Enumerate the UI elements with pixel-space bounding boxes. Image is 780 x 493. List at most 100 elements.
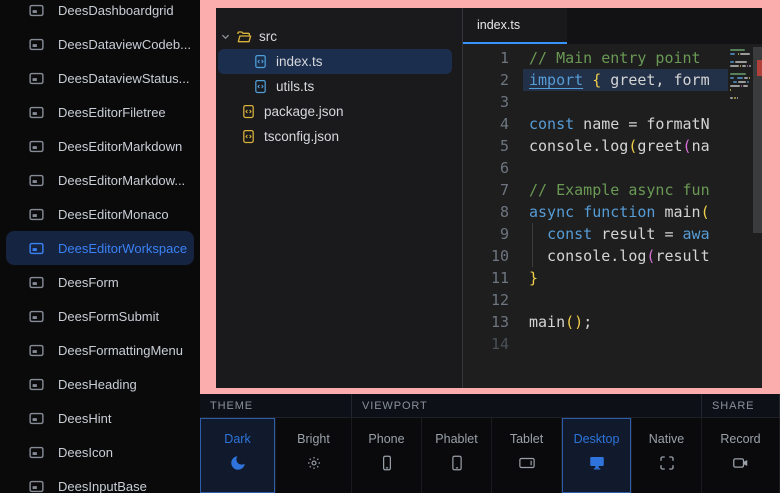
tree-item-tsconfig-json[interactable]: tsconfig.json [216, 124, 462, 149]
tree-item-package-json[interactable]: package.json [216, 99, 462, 124]
minimap-line [730, 89, 752, 91]
sidebar-item-label: DeesDataviewStatus... [58, 71, 190, 86]
line-number: 10 [463, 245, 509, 267]
moon-icon [228, 453, 248, 473]
minimap[interactable] [728, 47, 762, 388]
sidebar-item-label: DeesHeading [58, 377, 137, 392]
code-token: ( [701, 203, 710, 221]
json-file-icon [241, 104, 257, 120]
minimap-token [749, 65, 751, 67]
story-icon [28, 410, 45, 427]
folder-open-icon [236, 29, 252, 45]
line-number: 6 [463, 157, 509, 179]
code-token: } [529, 269, 538, 287]
tree-item-label: package.json [262, 104, 344, 119]
tree-item-label: index.ts [274, 54, 323, 69]
code-line: const result = awa [523, 223, 728, 245]
sidebar-item-label: DeesFormattingMenu [58, 343, 183, 358]
native-button[interactable]: Native [632, 418, 702, 493]
sidebar-item-deesheading[interactable]: DeesHeading [0, 367, 200, 401]
minimap-token [736, 53, 737, 55]
minimap-line [730, 49, 752, 51]
minimap-token [738, 81, 746, 83]
app-root: DeesDashboardgridDeesDataviewCodeb... Dee… [0, 0, 780, 493]
code-line [523, 289, 728, 311]
bright-button[interactable]: Bright [276, 418, 352, 493]
story-icon [28, 36, 45, 53]
code-editor: index.ts 1234567891011121314 // Main ent… [462, 8, 762, 388]
minimap-token [730, 97, 733, 99]
story-icon [28, 274, 45, 291]
line-number: 2 [463, 69, 509, 91]
minimap-line [730, 69, 752, 71]
code-line: main(); [523, 311, 728, 333]
sidebar-item-deesinputbase[interactable]: DeesInputBase [0, 469, 200, 493]
tab-index-ts[interactable]: index.ts [463, 8, 567, 44]
code-token: ; [583, 313, 592, 331]
code-line: // Example async fun [523, 179, 728, 201]
phone-button[interactable]: Phone [352, 418, 422, 493]
code-area[interactable]: 1234567891011121314 // Main entry pointi… [463, 44, 762, 388]
code-content[interactable]: // Main entry pointimport { greet, formc… [523, 47, 728, 388]
sidebar-item-deesform[interactable]: DeesForm [0, 265, 200, 299]
dark-button[interactable]: Dark [200, 418, 276, 493]
sidebar-item-deeseditorworkspace[interactable]: DeesEditorWorkspace [6, 231, 194, 265]
button-label: Phablet [435, 432, 477, 446]
tree-item-utils-ts[interactable]: utils.ts [216, 74, 462, 99]
minimap-line [730, 93, 752, 95]
minimap-line [730, 73, 752, 75]
minimap-token [730, 73, 746, 75]
sidebar-item-deesformsubmit[interactable]: DeesFormSubmit [0, 299, 200, 333]
story-icon [28, 138, 45, 155]
minimap-line [730, 85, 752, 87]
sidebar-item-deeshint[interactable]: DeesHint [0, 401, 200, 435]
button-label: Tablet [510, 432, 543, 446]
code-token: console.log [529, 137, 628, 155]
sidebar-item-deeseditormonaco[interactable]: DeesEditorMonaco [0, 197, 200, 231]
desktop-button[interactable]: Desktop [562, 418, 632, 493]
record-button[interactable]: Record [702, 418, 780, 493]
code-token: { [592, 71, 601, 89]
sidebar-item-deesdashboardgrid[interactable]: DeesDashboardgrid [0, 0, 200, 27]
tab-label: index.ts [477, 18, 520, 32]
tree-item-src[interactable]: src [216, 24, 462, 49]
sidebar-item-deeseditorfiletree[interactable]: DeesEditorFiletree [0, 95, 200, 129]
sidebar-item-deesdataviewcodeb[interactable]: DeesDataviewCodeb... [0, 27, 200, 61]
json-file-icon [241, 129, 257, 145]
component-list: DeesDashboardgridDeesDataviewCodeb... Dee… [0, 0, 200, 493]
minimap-token [737, 77, 743, 79]
tree-item-index-ts[interactable]: index.ts [218, 49, 452, 74]
sidebar-item-label: DeesEditorMonaco [58, 207, 169, 222]
code-token: import [529, 71, 583, 89]
ts-file-icon [253, 54, 269, 70]
sidebar-item-label: DeesEditorWorkspace [58, 241, 187, 256]
editor-workspace-demo: src index.ts utils.ts package.json tsconfig.… [216, 8, 762, 388]
tablet-button[interactable]: Tablet [492, 418, 562, 493]
code-token [574, 203, 583, 221]
minimap-line [730, 65, 752, 67]
minimap-token [730, 61, 734, 63]
sidebar-item-label: DeesHint [58, 411, 111, 426]
sidebar-item-deeseditormarkdown[interactable]: DeesEditorMarkdown [0, 129, 200, 163]
story-icon [28, 308, 45, 325]
code-token: // Example async fun [529, 181, 710, 199]
button-label: Phone [368, 432, 404, 446]
sidebar-item-deesdataviewstatus[interactable]: DeesDataviewStatus... [0, 61, 200, 95]
minimap-token [735, 77, 736, 79]
indent-guide [532, 223, 533, 245]
sidebar-item-deesicon[interactable]: DeesIcon [0, 435, 200, 469]
minimap-token [730, 65, 739, 67]
story-icon [28, 2, 45, 19]
toolbar-section-label: VIEWPORT [362, 400, 428, 412]
sidebar-item-deeseditormarkdow[interactable]: DeesEditorMarkdow... [0, 163, 200, 197]
record-icon [731, 453, 751, 473]
minimap-token [747, 65, 748, 67]
code-line: console.log(greet(na [523, 135, 728, 157]
minimap-token [730, 77, 734, 79]
minimap-token [730, 53, 735, 55]
minimap-token [740, 65, 741, 67]
toolbar-section-viewport: VIEWPORT [352, 394, 702, 417]
phablet-button[interactable]: Phablet [422, 418, 492, 493]
sidebar-item-deesformattingmenu[interactable]: DeesFormattingMenu [0, 333, 200, 367]
minimap-token [737, 97, 738, 99]
